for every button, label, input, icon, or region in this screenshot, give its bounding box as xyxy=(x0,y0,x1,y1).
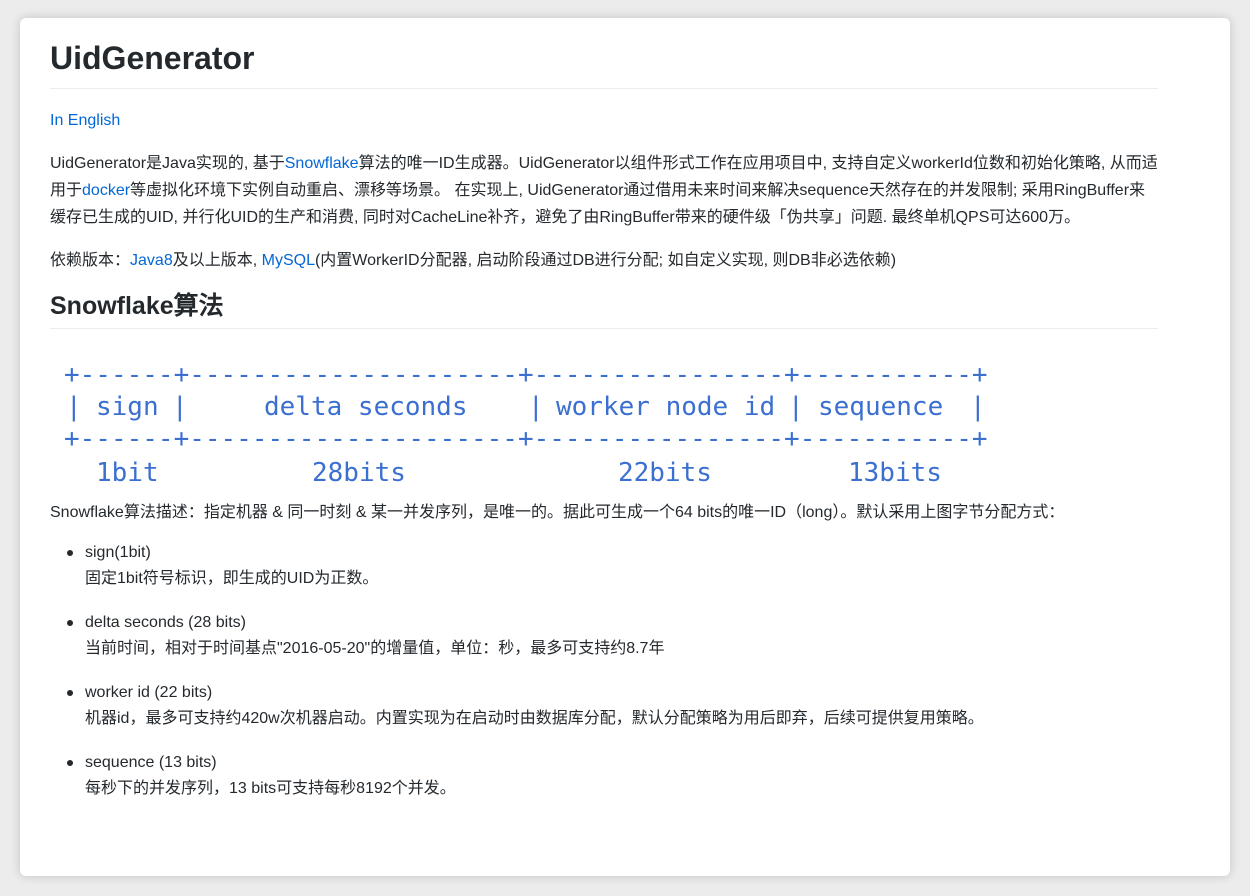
diagram-bottom-border: +------+---------------------+----------… xyxy=(64,424,988,454)
bullet-icon xyxy=(67,550,73,556)
snowflake-link[interactable]: Snowflake xyxy=(285,155,359,172)
diagram-sep-2: | xyxy=(528,392,544,422)
in-english-link[interactable]: In English xyxy=(50,112,120,129)
list-item-title: delta seconds (28 bits) xyxy=(85,614,246,631)
diagram-sep-3: | xyxy=(788,392,804,422)
bullet-icon xyxy=(67,760,73,766)
bit-layout-diagram: +------+---------------------+----------… xyxy=(50,343,990,493)
docker-link[interactable]: docker xyxy=(82,182,130,199)
bit-layout-svg: +------+---------------------+----------… xyxy=(64,360,988,488)
diagram-top-border: +------+---------------------+----------… xyxy=(64,360,988,390)
diagram-sep-4: | xyxy=(970,392,986,422)
diagram-field-sequence: sequence xyxy=(818,392,943,422)
diagram-field-delta-seconds: delta seconds xyxy=(264,392,468,422)
diagram-bits-delta-seconds: 28bits xyxy=(312,458,406,488)
list-item-title: worker id (22 bits) xyxy=(85,684,213,701)
diagram-field-sign: sign xyxy=(96,392,159,422)
intro-text-3: 等虚拟化环境下实例自动重启、漂移等场景。 在实现上, UidGenerator通… xyxy=(50,182,1146,226)
diagram-bits-sign: 1bit xyxy=(96,458,159,488)
list-item: sign(1bit) 固定1bit符号标识，即生成的UID为正数。 xyxy=(50,540,1158,592)
snowflake-heading: Snowflake算法 xyxy=(50,290,1158,329)
document-card: UidGenerator In English UidGenerator是Jav… xyxy=(20,18,1230,876)
java8-link[interactable]: Java8 xyxy=(130,252,173,269)
deps-text-1: 依赖版本： xyxy=(50,252,131,269)
bit-field-list: sign(1bit) 固定1bit符号标识，即生成的UID为正数。 delta … xyxy=(50,540,1158,802)
intro-text-1: UidGenerator是Java实现的, 基于 xyxy=(50,155,285,172)
list-item-desc: 固定1bit符号标识，即生成的UID为正数。 xyxy=(85,570,379,587)
algorithm-description: Snowflake算法描述：指定机器 & 同一时刻 & 某一并发序列，是唯一的。… xyxy=(50,504,1065,521)
diagram-bits-worker-node-id: 22bits xyxy=(618,458,712,488)
list-item-desc: 机器id，最多可支持约420w次机器启动。内置实现为在启动时由数据库分配，默认分… xyxy=(85,710,984,727)
deps-text-3: (内置WorkerID分配器, 启动阶段通过DB进行分配; 如自定义实现, 则D… xyxy=(314,252,897,269)
intro-paragraph: UidGenerator是Java实现的, 基于Snowflake算法的唯一ID… xyxy=(50,150,1158,231)
list-item: worker id (22 bits) 机器id，最多可支持约420w次机器启动… xyxy=(50,680,1158,732)
lang-paragraph: In English xyxy=(50,107,1158,134)
list-item: sequence (13 bits) 每秒下的并发序列，13 bits可支持每秒… xyxy=(50,750,1158,802)
page-title: UidGenerator xyxy=(50,38,1158,89)
list-item: delta seconds (28 bits) 当前时间，相对于时间基点"201… xyxy=(50,610,1158,662)
bullet-icon xyxy=(67,690,73,696)
diagram-sep-1: | xyxy=(172,392,188,422)
diagram-bits-sequence: 13bits xyxy=(848,458,942,488)
list-item-title: sequence (13 bits) xyxy=(85,754,217,771)
diagram-sep-0: | xyxy=(66,392,82,422)
mysql-link[interactable]: MySQL xyxy=(262,252,315,269)
bullet-icon xyxy=(67,620,73,626)
readme-content: UidGenerator In English UidGenerator是Jav… xyxy=(50,18,1158,820)
list-item-desc: 当前时间，相对于时间基点"2016-05-20"的增量值，单位：秒，最多可支持约… xyxy=(85,640,665,657)
diagram-field-worker-node-id: worker node id xyxy=(556,392,775,422)
list-item-desc: 每秒下的并发序列，13 bits可支持每秒8192个并发。 xyxy=(85,780,456,797)
dependency-paragraph: 依赖版本：Java8及以上版本, MySQL(内置WorkerID分配器, 启动… xyxy=(50,247,1158,274)
list-item-title: sign(1bit) xyxy=(85,544,151,561)
deps-text-2: 及以上版本, xyxy=(172,252,262,269)
